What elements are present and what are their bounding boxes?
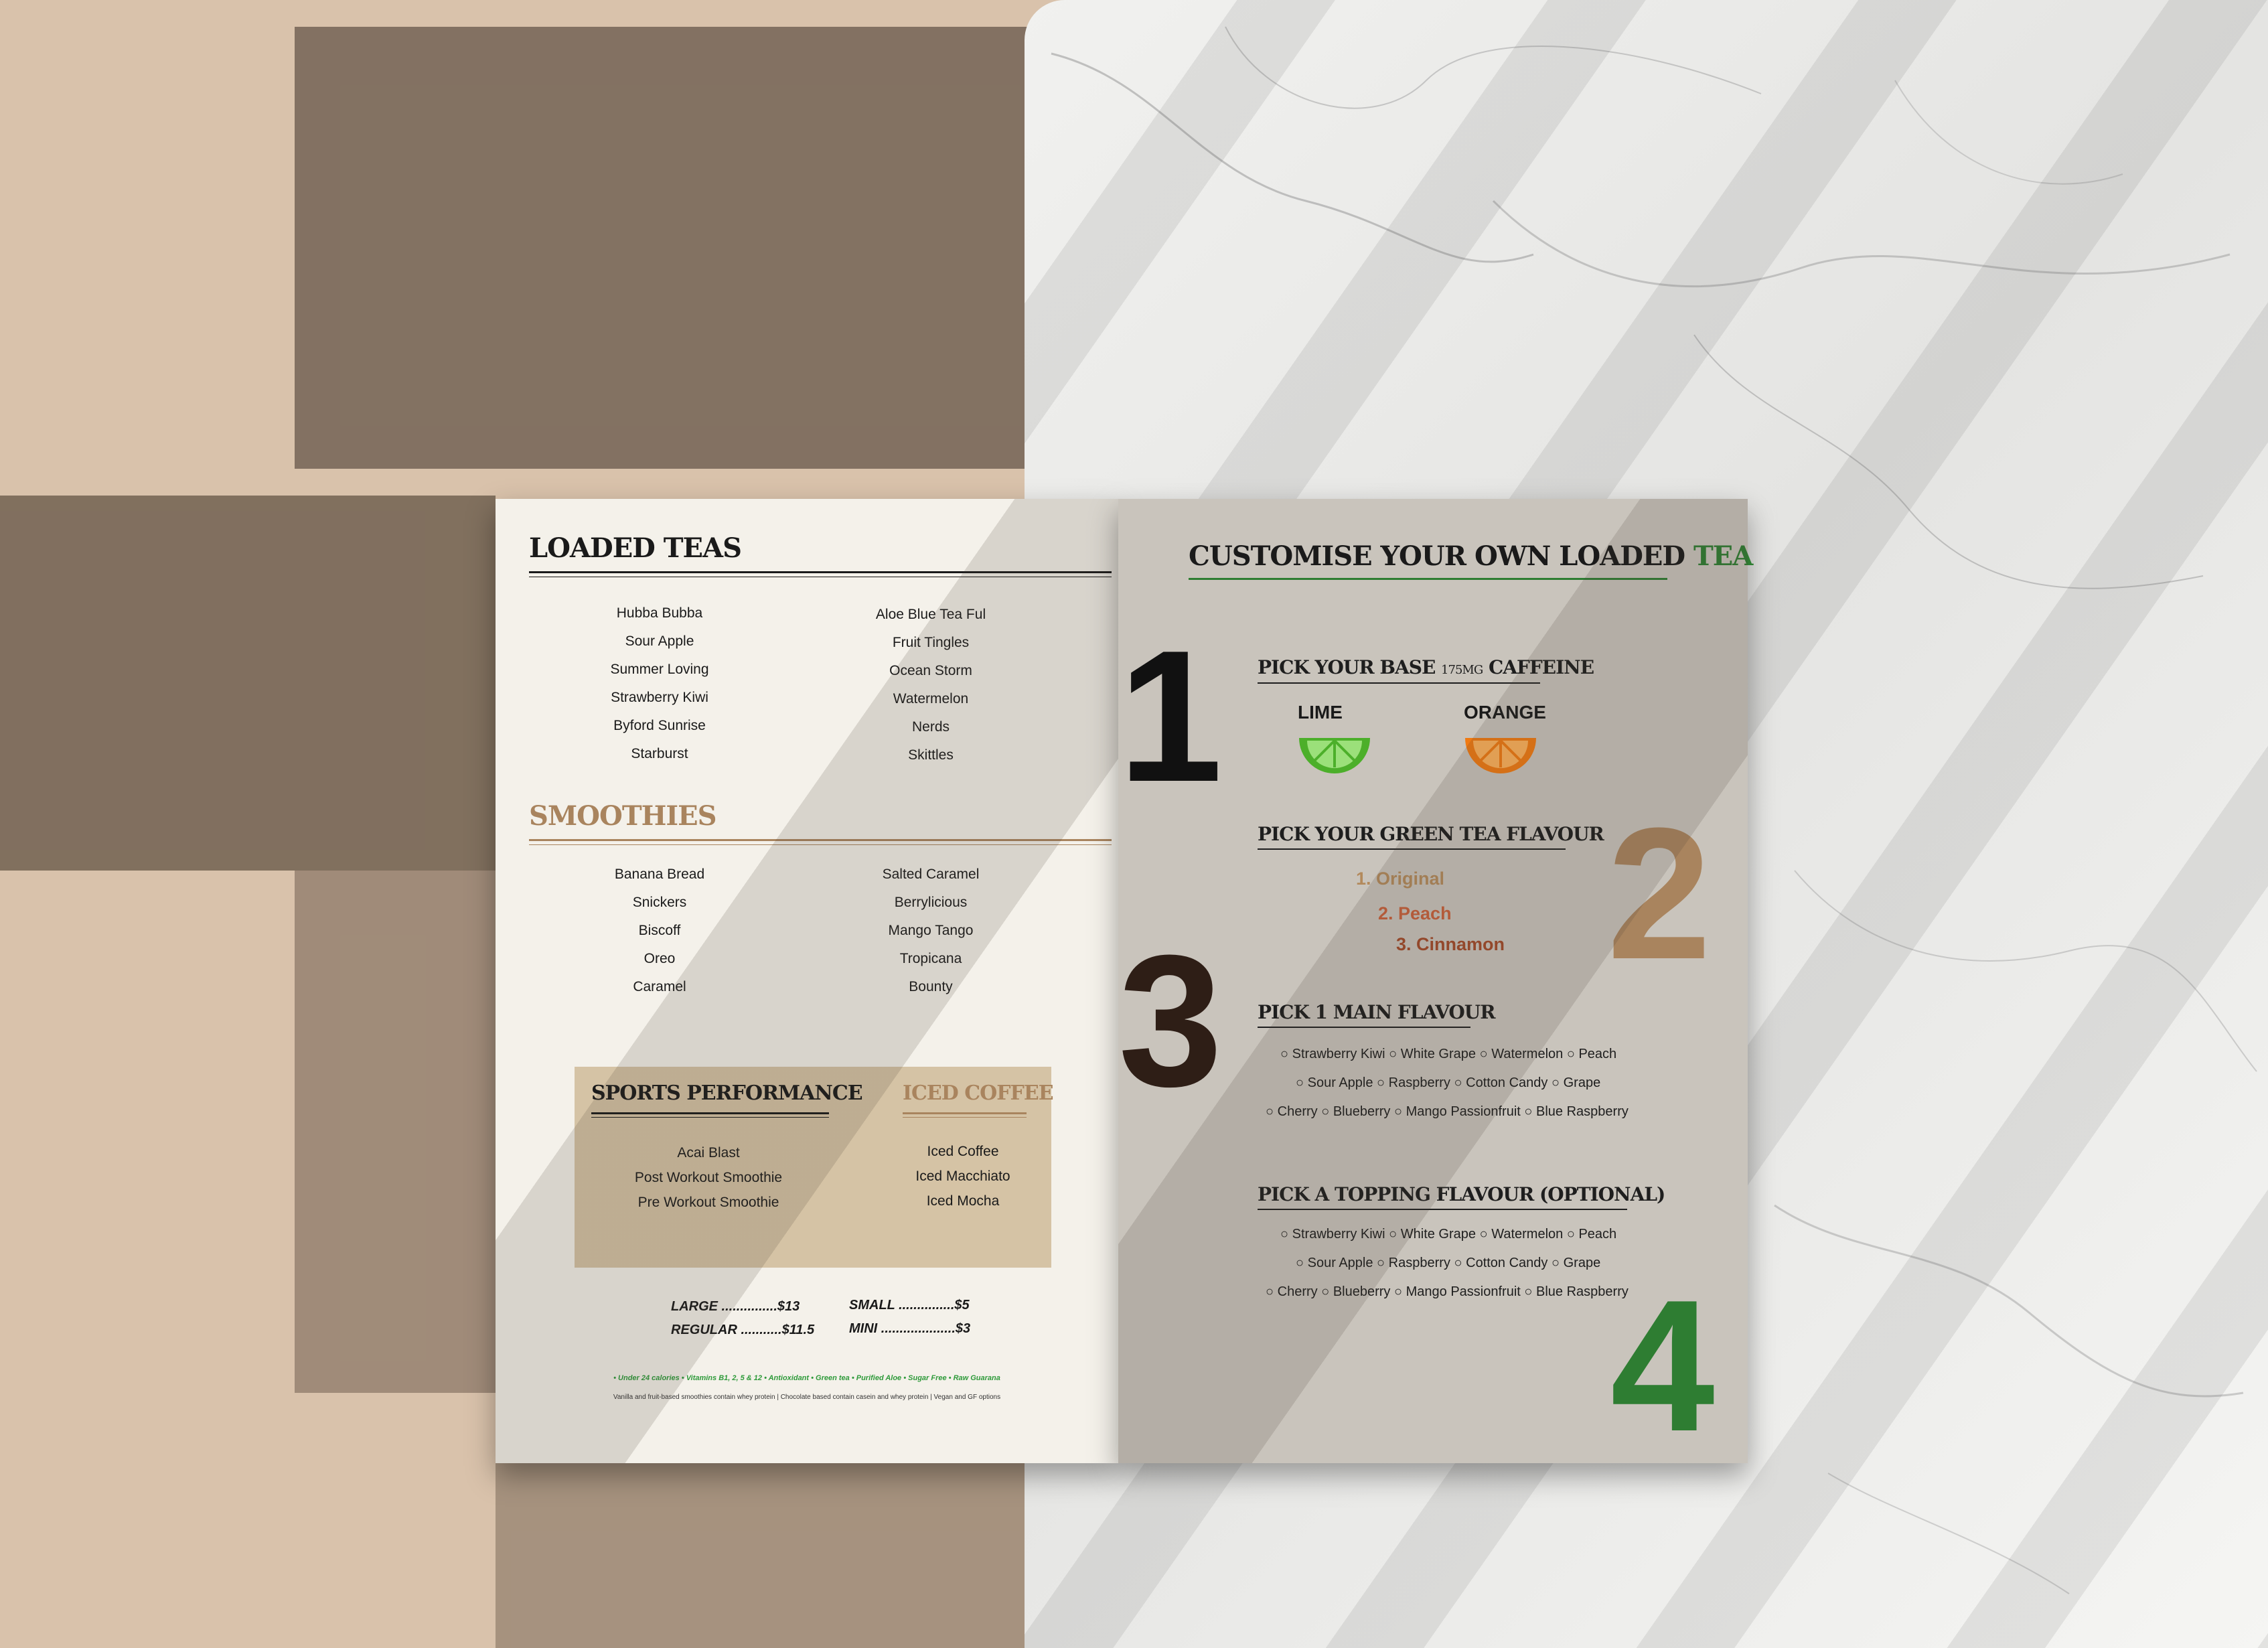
- iced-coffee-rule: [903, 1112, 1027, 1114]
- wall-shadow: [295, 27, 1031, 469]
- base-option-lime-label: LIME: [1298, 702, 1343, 723]
- footer-note: Vanilla and fruit-based smoothies contai…: [613, 1394, 1001, 1401]
- smoothies-title: SMOOTHIES: [529, 800, 716, 832]
- smoothies-rule: [529, 839, 1112, 841]
- sports-rule: [591, 1117, 829, 1118]
- topping-flavour-row: ○ Strawberry Kiwi ○ White Grape ○ Waterm…: [1280, 1227, 1617, 1242]
- menu-item: Ocean Storm: [889, 663, 972, 678]
- menu-item: Sour Apple: [625, 633, 694, 649]
- specials-box: SPORTS PERFORMANCE Acai Blast Post Worko…: [575, 1067, 1054, 1268]
- wall-shadow: [0, 496, 496, 871]
- customise-title-accent: TEA: [1693, 540, 1753, 572]
- menu-item: Caramel: [633, 979, 686, 994]
- menu-item: Post Workout Smoothie: [634, 1170, 783, 1185]
- wall-shadow: [496, 1463, 1045, 1648]
- footer-benefits: • Under 24 calories • Vitamins B1, 2, 5 …: [613, 1374, 1000, 1382]
- menu-right-page: CUSTOMISE YOUR OWN LOADED TEA 1 PICK YOU…: [1118, 499, 1753, 1471]
- orange-icon: [1465, 738, 1536, 773]
- menu-item: Iced Mocha: [926, 1193, 1000, 1209]
- step-2-number: 2: [1607, 790, 1712, 998]
- menu-item: Summer Loving: [610, 662, 709, 677]
- menu-item: Iced Macchiato: [915, 1169, 1010, 1184]
- menu-item: Starburst: [631, 746, 688, 761]
- menu-item: Aloe Blue Tea Ful: [875, 607, 986, 622]
- menu-item: Mango Tango: [888, 923, 974, 938]
- smoothies-col-1: Banana Bread Snickers Biscoff Oreo Caram…: [586, 860, 733, 1001]
- iced-coffee-items: Iced Coffee Iced Macchiato Iced Mocha: [896, 1139, 1030, 1213]
- step-3-underline: [1258, 1027, 1470, 1028]
- menu-item: Strawberry Kiwi: [611, 690, 708, 705]
- step-1-title-end: CAFFEINE: [1488, 656, 1594, 678]
- menu-item: Watermelon: [893, 691, 969, 706]
- sports-items: Acai Blast Post Workout Smoothie Pre Wor…: [615, 1140, 802, 1215]
- price-regular: REGULAR ...........$11.5: [671, 1323, 815, 1337]
- menu-item: Biscoff: [638, 923, 681, 938]
- sports-performance-title: SPORTS PERFORMANCE: [591, 1081, 863, 1105]
- green-tea-option: 1. Original: [1356, 869, 1445, 889]
- step-1-title-text: PICK YOUR BASE: [1258, 656, 1436, 678]
- menu-item: Snickers: [632, 895, 687, 910]
- lime-icon: [1299, 738, 1370, 773]
- photo-scene: LOADED TEAS Hubba Bubba Sour Apple Summe…: [0, 0, 2268, 1648]
- green-tea-option: 3. Cinnamon: [1396, 934, 1505, 954]
- loaded-teas-rule: [529, 571, 1112, 573]
- iced-coffee-rule: [903, 1117, 1027, 1118]
- caffeine-amount: 175MG: [1441, 663, 1483, 677]
- menu-item: Berrylicious: [894, 895, 968, 910]
- customise-rule: [1189, 578, 1667, 580]
- step-3-title: PICK 1 MAIN FLAVOUR: [1258, 1001, 1495, 1023]
- step-4-number: 4: [1610, 1262, 1715, 1471]
- loaded-teas-col-1: Hubba Bubba Sour Apple Summer Loving Str…: [586, 599, 733, 768]
- menu-item: Bounty: [909, 979, 953, 994]
- menu-item: Banana Bread: [614, 867, 705, 882]
- loaded-teas-title: LOADED TEAS: [529, 532, 742, 564]
- menu-item: Fruit Tingles: [892, 635, 970, 650]
- price-small: SMALL ...............$5: [849, 1298, 970, 1313]
- topping-flavour-row: ○ Cherry ○ Blueberry ○ Mango Passionfrui…: [1266, 1284, 1629, 1299]
- menu-item: Acai Blast: [677, 1145, 740, 1160]
- menu-left-page: LOADED TEAS Hubba Bubba Sour Apple Summe…: [496, 499, 1118, 1463]
- menu-item: Iced Coffee: [927, 1144, 999, 1159]
- step-4-title: PICK A TOPPING FLAVOUR (OPTIONAL): [1258, 1183, 1665, 1205]
- iced-coffee-title: ICED COFFEE: [903, 1081, 1054, 1105]
- step-3-number: 3: [1118, 917, 1223, 1126]
- base-option-orange-label: ORANGE: [1464, 702, 1546, 723]
- step-1-number: 1: [1118, 612, 1223, 821]
- step-2-underline: [1258, 848, 1566, 850]
- menu-item: Pre Workout Smoothie: [637, 1195, 779, 1210]
- smoothies-rule: [529, 844, 1112, 845]
- main-flavour-row: ○ Strawberry Kiwi ○ White Grape ○ Waterm…: [1280, 1047, 1617, 1061]
- menu-item: Byford Sunrise: [613, 718, 706, 733]
- loaded-teas-col-2: Aloe Blue Tea Ful Fruit Tingles Ocean St…: [850, 601, 1011, 769]
- step-1-title: PICK YOUR BASE 175MG CAFFEINE: [1258, 656, 1594, 678]
- smoothies-col-2: Salted Caramel Berrylicious Mango Tango …: [850, 860, 1011, 1001]
- price-mini: MINI ....................$3: [849, 1321, 971, 1336]
- menu-item: Oreo: [644, 951, 676, 966]
- customise-title-main: CUSTOMISE YOUR OWN LOADED: [1189, 540, 1685, 572]
- step-2-title: PICK YOUR GREEN TEA FLAVOUR: [1258, 823, 1604, 845]
- step-1-underline: [1258, 682, 1540, 684]
- step-4-underline: [1258, 1209, 1627, 1210]
- main-flavour-row: ○ Cherry ○ Blueberry ○ Mango Passionfrui…: [1266, 1104, 1629, 1119]
- menu-item: Nerds: [911, 719, 950, 735]
- menu-item: Hubba Bubba: [616, 605, 703, 621]
- green-tea-option: 2. Peach: [1378, 903, 1452, 923]
- topping-flavour-row: ○ Sour Apple ○ Raspberry ○ Cotton Candy …: [1296, 1256, 1601, 1270]
- menu-item: Tropicana: [899, 951, 962, 966]
- menu-item: Salted Caramel: [882, 867, 980, 882]
- main-flavour-row: ○ Sour Apple ○ Raspberry ○ Cotton Candy …: [1296, 1075, 1601, 1090]
- customise-title: CUSTOMISE YOUR OWN LOADED TEA: [1189, 540, 1753, 572]
- sports-rule: [591, 1112, 829, 1114]
- price-large: LARGE ...............$13: [671, 1299, 800, 1314]
- wall-shadow: [295, 871, 496, 1393]
- menu-item: Skittles: [908, 747, 954, 763]
